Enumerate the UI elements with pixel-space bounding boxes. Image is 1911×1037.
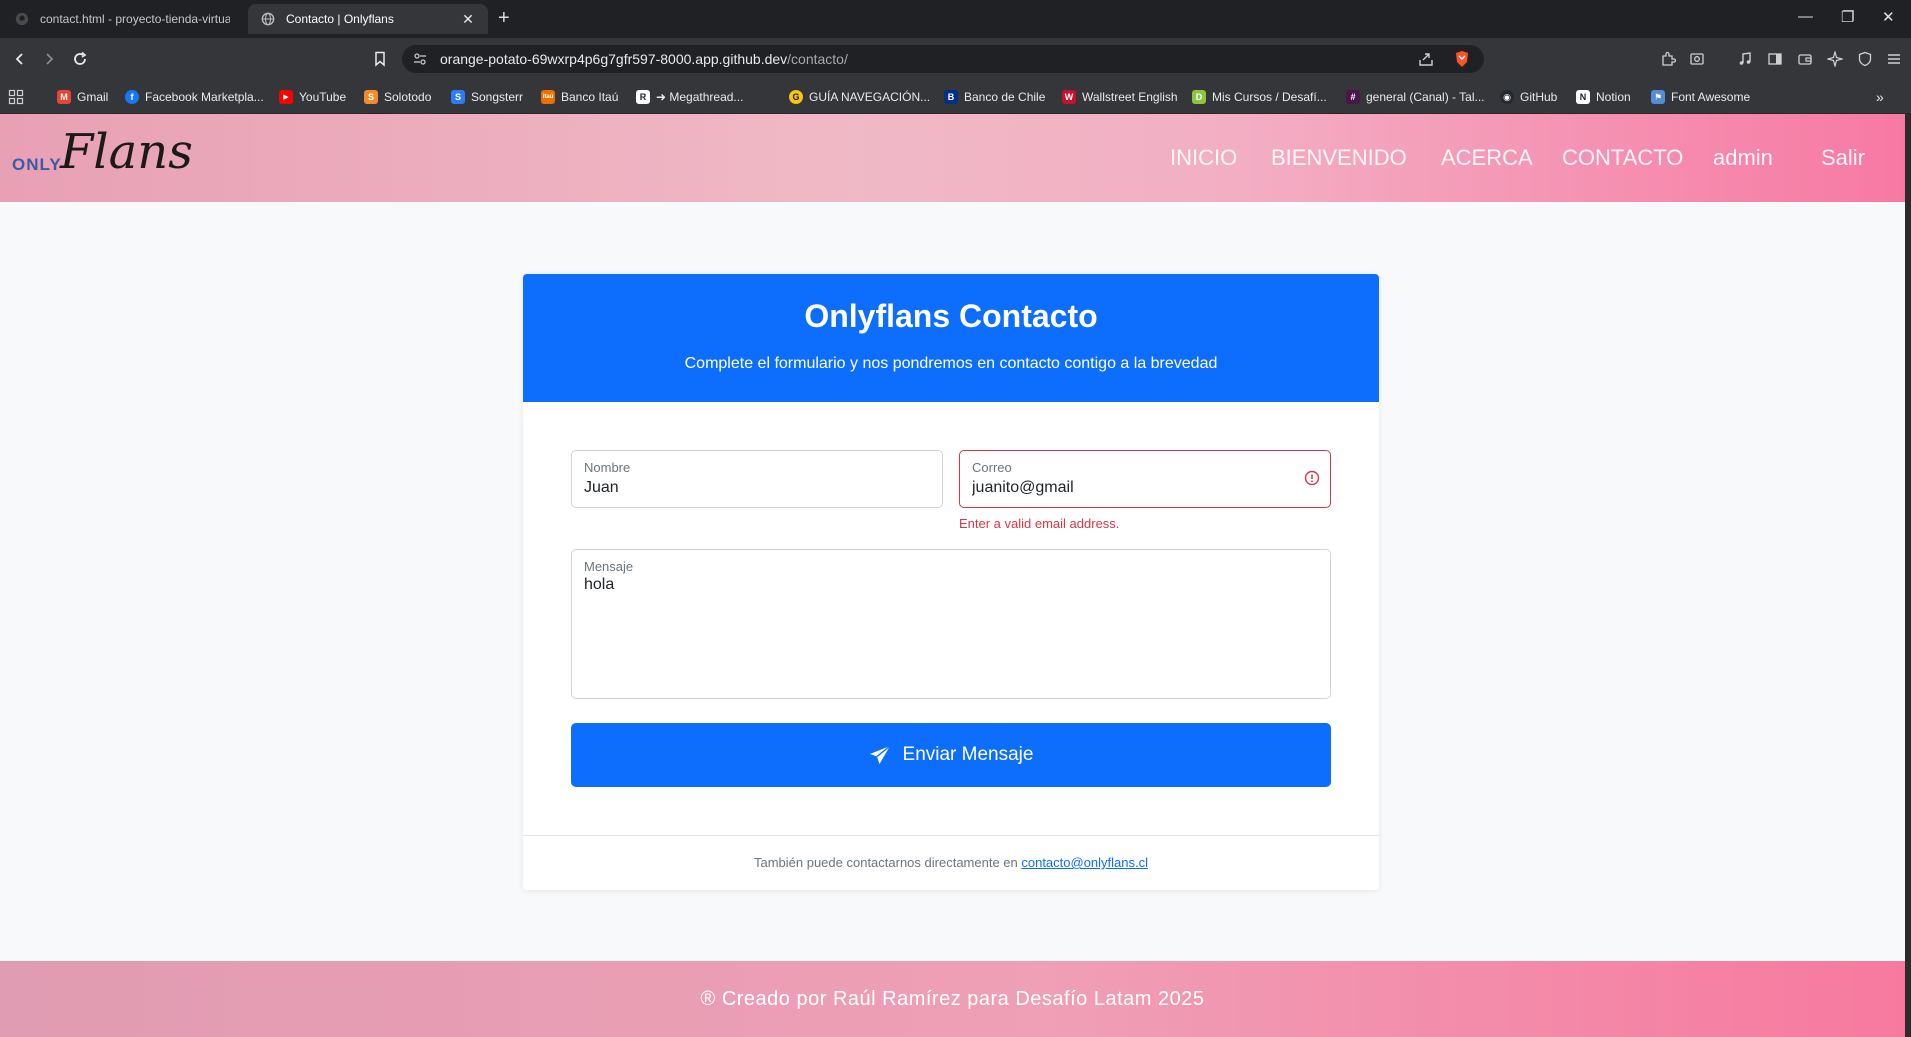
share-icon[interactable] [1416, 49, 1436, 69]
bookmark-mis-cursos[interactable]: D Mis Cursos / Desafí... [1192, 87, 1327, 107]
reload-button[interactable] [69, 48, 91, 70]
media-icon[interactable] [1735, 49, 1755, 69]
songsterr-icon: S [451, 90, 465, 104]
minimize-button[interactable]: — [1798, 8, 1813, 25]
gmail-icon: M [57, 90, 71, 104]
facebook-icon: f [125, 90, 139, 104]
nav-inicio[interactable]: INICIO [1170, 145, 1237, 171]
name-input[interactable] [584, 477, 924, 499]
message-textarea[interactable]: hola [584, 576, 1314, 686]
leo-ai-icon[interactable] [1825, 49, 1845, 69]
bookmark-wallstreet-english[interactable]: W Wallstreet English [1062, 87, 1178, 107]
font-awesome-icon: ⚑ [1651, 90, 1665, 104]
logo-only[interactable]: ONLY [12, 155, 62, 175]
bookmark-icon[interactable] [369, 48, 391, 70]
guia-icon: G [789, 90, 803, 104]
apps-grid-icon[interactable] [8, 87, 24, 107]
bookmark-banco-itau[interactable]: itaú Banco Itaú [541, 87, 618, 107]
site-settings-icon[interactable] [410, 49, 430, 69]
page-title: Onlyflans Contacto [804, 298, 1098, 334]
forward-button[interactable] [38, 48, 60, 70]
browser-tab-contacto[interactable]: Contacto | Onlyflans ✕ [248, 4, 488, 34]
bookmark-github[interactable]: ◉ GitHub [1500, 87, 1557, 107]
notion-icon: N [1576, 90, 1590, 104]
address-url[interactable]: orange-potato-69wxrp4p6g7gfr597-8000.app… [440, 51, 848, 67]
contact-email-link[interactable]: contacto@onlyflans.cl [1021, 855, 1148, 870]
nav-bienvenido[interactable]: BIENVENIDO [1271, 145, 1407, 171]
banco-chile-icon: B [944, 90, 958, 104]
email-error-message: Enter a valid email address. [959, 516, 1120, 531]
card-header [523, 274, 1379, 402]
bookmark-youtube[interactable]: ▶ YouTube [279, 87, 346, 107]
browser-tab-contact-html[interactable]: contact.html - proyecto-tienda-virtual [2, 4, 242, 34]
logo-flans[interactable]: Flans [60, 124, 193, 180]
email-label: Correo [972, 460, 1012, 475]
send-message-button[interactable]: Enviar Mensaje [571, 723, 1331, 787]
desafio-icon: D [1192, 90, 1206, 104]
message-label: Mensaje [584, 559, 634, 574]
globe-icon [260, 11, 276, 27]
sidebar-icon[interactable] [1765, 49, 1785, 69]
contact-footer-text: También puede contactarnos directamente … [523, 855, 1379, 870]
wallstreet-icon: W [1062, 90, 1076, 104]
new-tab-button[interactable]: + [498, 7, 510, 30]
bookmark-slack-general[interactable]: # general (Canal) - Tal... [1346, 87, 1485, 107]
more-bookmarks-icon[interactable]: » [1876, 87, 1884, 107]
nav-acerca[interactable]: ACERCA [1441, 145, 1533, 171]
bookmark-facebook[interactable]: f Facebook Marketpla... [125, 87, 264, 107]
bookmark-notion[interactable]: N Notion [1576, 87, 1631, 107]
tab-label: Contacto | Onlyflans [286, 12, 394, 26]
close-window-button[interactable]: ✕ [1882, 8, 1895, 26]
itau-icon: itaú [541, 90, 555, 104]
extensions-icon[interactable] [1658, 49, 1678, 69]
solotodo-icon: S [364, 90, 378, 104]
url-path: /contacto/ [787, 51, 848, 67]
slack-icon: # [1346, 90, 1360, 104]
bookmark-megathread[interactable]: R ➜ Megathread... [636, 87, 743, 107]
paper-plane-icon [869, 745, 890, 764]
footer-credits: ® Creado por Raúl Ramírez para Desafío L… [700, 988, 1205, 1010]
r-icon: R [636, 90, 650, 104]
vpn-shield-icon[interactable] [1855, 49, 1875, 69]
page-subtitle: Complete el formulario y nos pondremos e… [684, 355, 1218, 372]
github-icon: ◉ [1500, 90, 1514, 104]
send-button-label: Enviar Mensaje [902, 744, 1034, 765]
bookmark-banco-de-chile[interactable]: B Banco de Chile [944, 87, 1045, 107]
menu-icon[interactable] [1884, 49, 1904, 69]
bookmark-font-awesome[interactable]: ⚑ Font Awesome [1651, 87, 1750, 107]
nav-salir[interactable]: Salir [1821, 145, 1865, 171]
wallet-icon[interactable] [1795, 49, 1815, 69]
footer-prefix: También puede contactarnos directamente … [753, 855, 1022, 870]
url-host: orange-potato-69wxrp4p6g7gfr597-8000.app… [440, 51, 788, 67]
back-button[interactable] [9, 48, 31, 70]
tab-label: contact.html - proyecto-tienda-virtual [40, 12, 230, 26]
error-icon [1304, 470, 1320, 486]
close-tab-icon[interactable]: ✕ [460, 11, 476, 28]
bookmark-gmail[interactable]: M Gmail [57, 87, 108, 107]
bookmark-guia-navegacion[interactable]: G GUÍA NAVEGACIÓN... [789, 87, 930, 107]
github-icon [14, 11, 30, 27]
bookmark-songsterr[interactable]: S Songsterr [451, 87, 523, 107]
email-input[interactable] [972, 477, 1292, 499]
nav-admin[interactable]: admin [1713, 145, 1773, 171]
youtube-icon: ▶ [279, 90, 293, 104]
restore-button[interactable]: ❐ [1841, 8, 1854, 26]
scrollbar[interactable] [1905, 114, 1911, 1037]
name-label: Nombre [584, 460, 631, 475]
brave-shield-icon[interactable] [1452, 49, 1472, 69]
screenshot-icon[interactable] [1687, 49, 1707, 69]
nav-contacto[interactable]: CONTACTO [1562, 145, 1683, 171]
bookmark-solotodo[interactable]: S Solotodo [364, 87, 431, 107]
